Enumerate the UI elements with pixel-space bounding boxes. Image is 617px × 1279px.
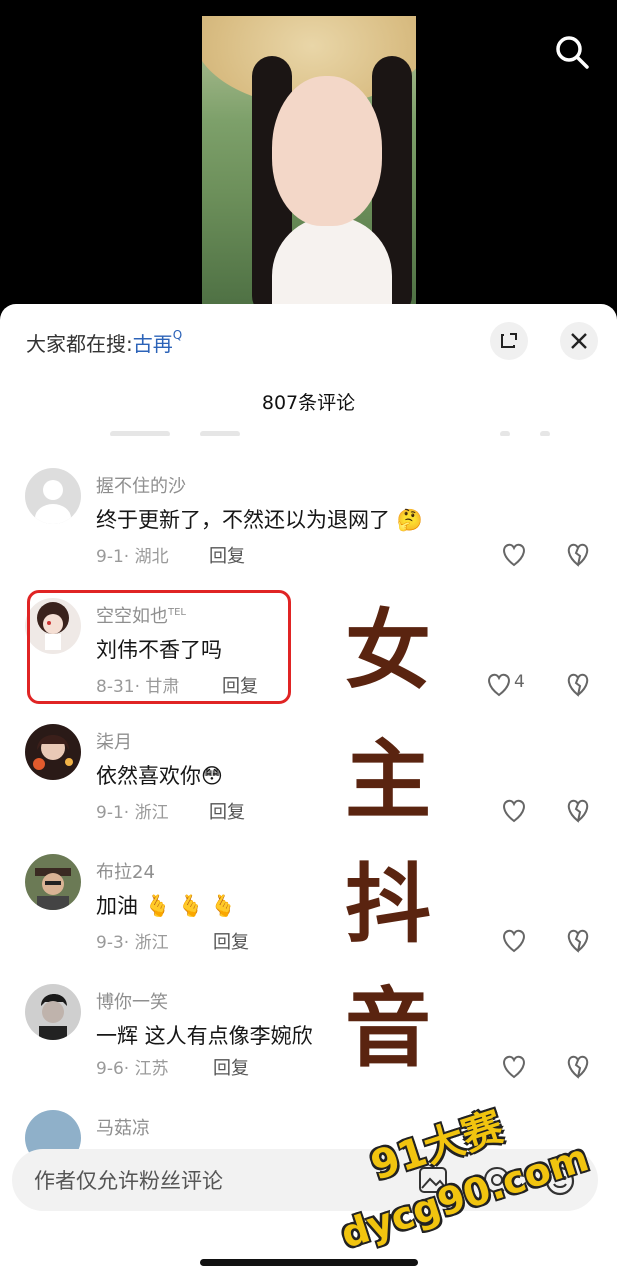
avatar[interactable] [25, 984, 81, 1040]
comment-text: 一辉 这人有点像李婉欣 [96, 1024, 313, 1048]
comment-username[interactable]: 握不住的沙 [96, 472, 186, 498]
broken-heart-icon[interactable] [565, 1053, 591, 1079]
thinking-emoji: 🤔 [396, 508, 423, 532]
reply-button[interactable]: 回复 [213, 928, 249, 954]
comment-username[interactable]: 布拉24 [96, 858, 155, 884]
heart-icon[interactable] [485, 671, 513, 697]
search-small-icon: Q [172, 328, 183, 342]
broken-heart-icon[interactable] [565, 541, 591, 567]
comment-username[interactable]: 马菇凉 [96, 1114, 150, 1140]
close-button[interactable] [560, 322, 598, 360]
close-icon [571, 333, 587, 349]
finger-heart-emoji: 🫰 🫰 🫰 [144, 894, 237, 918]
home-indicator[interactable] [200, 1259, 418, 1266]
video-player[interactable] [0, 0, 617, 330]
comment-meta: 9-3· 浙江 [96, 933, 169, 953]
avatar[interactable] [25, 724, 81, 780]
avatar[interactable] [25, 854, 81, 910]
like-count: 4 [514, 672, 525, 692]
reply-button[interactable]: 回复 [213, 1054, 249, 1080]
face [272, 76, 382, 226]
broken-heart-icon[interactable] [565, 927, 591, 953]
heart-icon[interactable] [500, 797, 528, 823]
heart-icon[interactable] [500, 927, 528, 953]
comment-count: 807条评论 [261, 392, 356, 414]
comment-meta: 9-1· 湖北 [96, 547, 169, 567]
comment-sheet: 大家都在搜:古再Q 807条评论 握不住的沙 终于更新了，不然还以为退网了 🤔 … [0, 304, 617, 1279]
scrolled-comment-fragment [110, 422, 590, 436]
heart-icon[interactable] [500, 1053, 528, 1079]
overlay-char: 抖 [345, 854, 431, 955]
comment-text: 加油 🫰 🫰 🫰 [96, 894, 237, 918]
comment-meta: 9-1· 浙江 [96, 803, 169, 823]
expand-button[interactable] [490, 322, 528, 360]
hot-search[interactable]: 大家都在搜:古再Q [26, 328, 182, 357]
overlay-char: 女 [345, 600, 431, 701]
comment-text: 终于更新了，不然还以为退网了 🤔 [96, 508, 423, 532]
comment-username[interactable]: 博你一笑 [96, 988, 168, 1014]
reply-button[interactable]: 回复 [209, 798, 245, 824]
heart-icon[interactable] [500, 541, 528, 567]
broken-heart-icon[interactable] [565, 671, 591, 697]
hot-search-keyword[interactable]: 古再 [133, 332, 173, 356]
avatar[interactable] [25, 468, 81, 524]
highlight-box [27, 590, 291, 704]
comment-username[interactable]: 柒月 [96, 728, 132, 754]
video-frame [202, 16, 416, 316]
comment-meta: 9-6· 江苏 [96, 1059, 169, 1079]
search-icon[interactable] [552, 32, 592, 72]
comment-input[interactable]: 作者仅允许粉丝评论 [34, 1165, 223, 1195]
overlay-char: 主 [345, 730, 431, 831]
reply-button[interactable]: 回复 [209, 542, 245, 568]
hot-search-prefix: 大家都在搜: [26, 332, 133, 356]
broken-heart-icon[interactable] [565, 797, 591, 823]
comment-text: 依然喜欢你😳 [96, 764, 223, 788]
flushed-emoji: 😳 [201, 764, 223, 788]
overlay-char: 音 [345, 978, 431, 1079]
expand-icon [501, 333, 517, 348]
